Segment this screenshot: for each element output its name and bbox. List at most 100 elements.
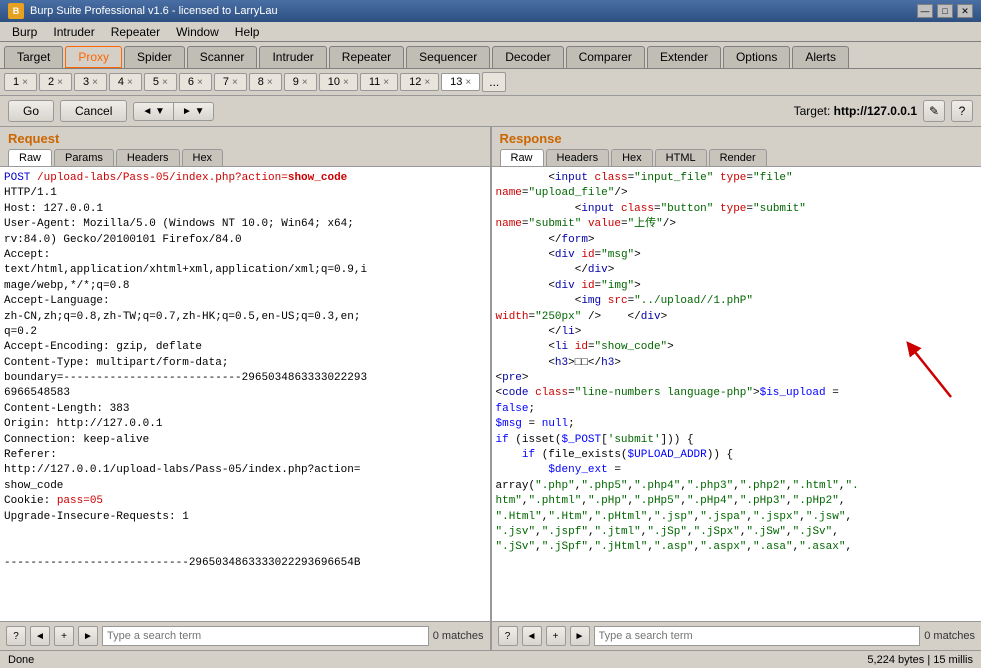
menu-window[interactable]: Window [168,23,227,41]
subtab-more[interactable]: ... [482,72,506,92]
subtab-4[interactable]: 4 × [109,73,142,91]
tab-repeater[interactable]: Repeater [329,46,404,68]
close-subtab-7[interactable]: × [232,77,238,88]
subtab-13[interactable]: 13 × [441,73,480,91]
tab-scanner[interactable]: Scanner [187,46,258,68]
tab-intruder[interactable]: Intruder [259,46,326,68]
request-search-input[interactable] [102,626,429,646]
menu-intruder[interactable]: Intruder [45,23,102,41]
menu-repeater[interactable]: Repeater [103,23,168,41]
close-subtab-9[interactable]: × [302,77,308,88]
subtab-1[interactable]: 1 × [4,73,37,91]
response-panel: Response Raw Headers Hex HTML Render <in… [492,127,981,650]
response-tab-render[interactable]: Render [709,149,767,166]
menu-help[interactable]: Help [227,23,268,41]
nav-arrows: ◄ ▼ ► ▼ [133,102,213,121]
response-search-input[interactable] [594,626,921,646]
response-options-btn[interactable]: ► [570,626,590,646]
response-prev-btn[interactable]: ◄ [522,626,542,646]
help-button[interactable]: ? [951,100,973,122]
tab-options[interactable]: Options [723,46,790,68]
close-subtab-6[interactable]: × [197,77,203,88]
response-header: Response Raw Headers Hex HTML Render [492,127,981,167]
panels: Request Raw Params Headers Hex POST /upl… [0,127,981,650]
subtab-10[interactable]: 10 × [319,73,358,91]
statusbar: Done 5,224 bytes | 15 millis [0,650,981,668]
request-header: Request Raw Params Headers Hex [0,127,490,167]
subtab-8[interactable]: 8 × [249,73,282,91]
close-subtab-1[interactable]: × [22,77,28,88]
request-tab-headers[interactable]: Headers [116,149,180,166]
subtab-7[interactable]: 7 × [214,73,247,91]
request-search-bar: ? ◄ + ► 0 matches [0,621,490,650]
close-subtab-11[interactable]: × [383,77,389,88]
subtab-12[interactable]: 12 × [400,73,439,91]
response-tabs: Raw Headers Hex HTML Render [500,149,974,166]
menubar: Burp Intruder Repeater Window Help [0,22,981,42]
window-controls: — □ ✕ [917,4,973,18]
forward-button[interactable]: ► ▼ [173,102,214,121]
response-content: <input class="input_file" type="file" na… [492,167,981,621]
tab-comparer[interactable]: Comparer [566,46,645,68]
close-button[interactable]: ✕ [957,4,973,18]
response-next-btn[interactable]: + [546,626,566,646]
edit-target-button[interactable]: ✎ [923,100,945,122]
app-title: Burp Suite Professional v1.6 - licensed … [30,5,917,17]
target-url: http://127.0.0.1 [834,104,917,118]
menu-burp[interactable]: Burp [4,23,45,41]
tab-extender[interactable]: Extender [647,46,721,68]
subtabs: 1 × 2 × 3 × 4 × 5 × 6 × 7 × 8 × 9 × 10 ×… [0,69,981,96]
close-subtab-10[interactable]: × [343,77,349,88]
response-tab-headers[interactable]: Headers [546,149,610,166]
subtab-6[interactable]: 6 × [179,73,212,91]
response-matches: 0 matches [924,630,975,642]
close-subtab-13[interactable]: × [465,77,471,88]
subtab-5[interactable]: 5 × [144,73,177,91]
titlebar: B Burp Suite Professional v1.6 - license… [0,0,981,22]
request-tab-hex[interactable]: Hex [182,149,224,166]
tab-spider[interactable]: Spider [124,46,185,68]
response-help-btn[interactable]: ? [498,626,518,646]
request-content: POST /upload-labs/Pass-05/index.php?acti… [0,167,490,621]
tab-sequencer[interactable]: Sequencer [406,46,490,68]
toolbar: Go Cancel ◄ ▼ ► ▼ Target: http://127.0.0… [0,96,981,127]
subtab-9[interactable]: 9 × [284,73,317,91]
close-subtab-12[interactable]: × [424,77,430,88]
request-options-btn[interactable]: ► [78,626,98,646]
tab-proxy[interactable]: Proxy [65,46,122,68]
subtab-11[interactable]: 11 × [360,73,398,91]
target-label: Target: http://127.0.0.1 [794,104,917,118]
close-subtab-3[interactable]: × [92,77,98,88]
request-panel: Request Raw Params Headers Hex POST /upl… [0,127,492,650]
request-prev-btn[interactable]: ◄ [30,626,50,646]
main-content: Go Cancel ◄ ▼ ► ▼ Target: http://127.0.0… [0,96,981,668]
response-tab-raw[interactable]: Raw [500,149,544,166]
request-tab-raw[interactable]: Raw [8,149,52,166]
maximize-button[interactable]: □ [937,4,953,18]
tab-decoder[interactable]: Decoder [492,46,563,68]
app-icon: B [8,3,24,19]
request-help-btn[interactable]: ? [6,626,26,646]
nav-tabs: Target Proxy Spider Scanner Intruder Rep… [0,42,981,69]
request-tabs: Raw Params Headers Hex [8,149,482,166]
tab-alerts[interactable]: Alerts [792,46,849,68]
status-left: Done [8,654,34,666]
tab-target[interactable]: Target [4,46,63,68]
request-tab-params[interactable]: Params [54,149,114,166]
subtab-3[interactable]: 3 × [74,73,107,91]
close-subtab-4[interactable]: × [127,77,133,88]
response-tab-hex[interactable]: Hex [611,149,653,166]
go-button[interactable]: Go [8,100,54,122]
back-button[interactable]: ◄ ▼ [133,102,173,121]
request-title: Request [8,131,482,146]
response-tab-html[interactable]: HTML [655,149,707,166]
status-right: 5,224 bytes | 15 millis [867,654,973,666]
close-subtab-8[interactable]: × [267,77,273,88]
close-subtab-5[interactable]: × [162,77,168,88]
request-next-btn[interactable]: + [54,626,74,646]
subtab-2[interactable]: 2 × [39,73,72,91]
cancel-button[interactable]: Cancel [60,100,127,122]
close-subtab-2[interactable]: × [57,77,63,88]
minimize-button[interactable]: — [917,4,933,18]
request-matches: 0 matches [433,630,484,642]
